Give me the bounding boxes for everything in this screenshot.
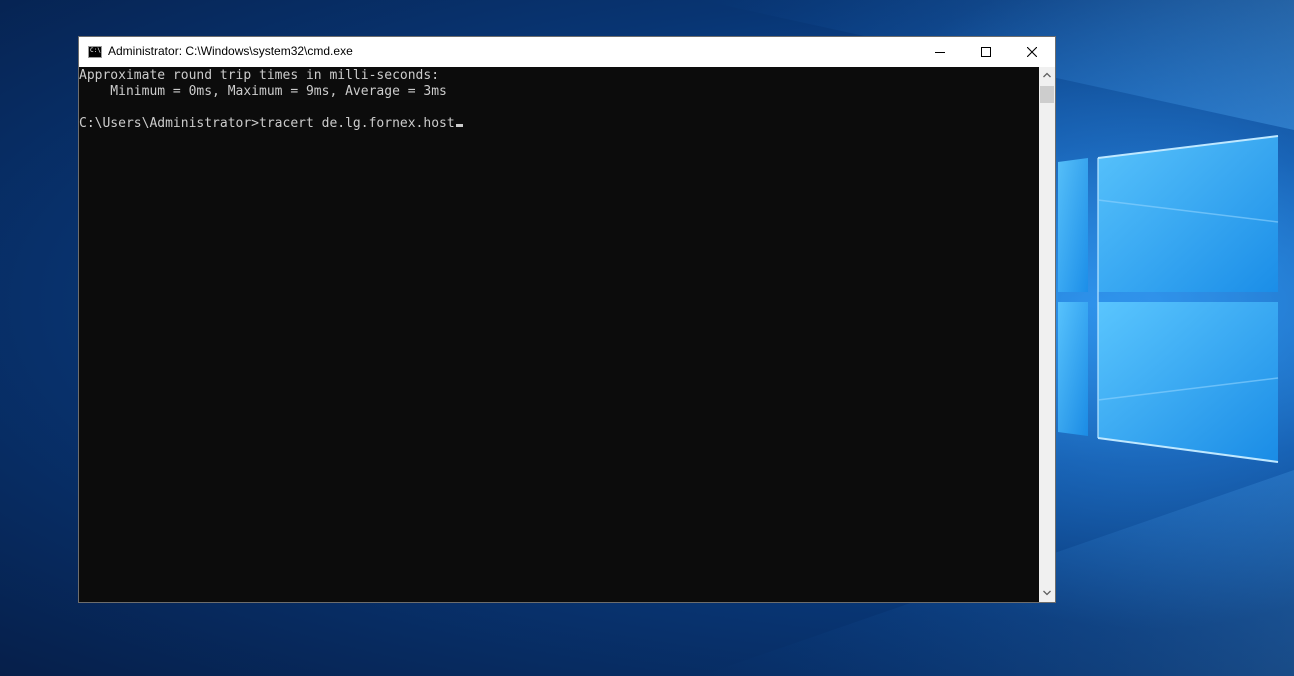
- title-bar[interactable]: C:\ Administrator: C:\Windows\system32\c…: [79, 37, 1055, 67]
- prompt-command: C:\Users\Administrator>tracert de.lg.for…: [79, 116, 455, 131]
- minimize-icon: [935, 52, 945, 53]
- maximize-icon: [981, 47, 991, 57]
- cmd-icon-label: C:\: [90, 47, 101, 54]
- close-icon: [1027, 47, 1037, 57]
- cmd-icon: C:\: [88, 46, 102, 58]
- chevron-up-icon: [1043, 72, 1051, 78]
- close-button[interactable]: [1009, 37, 1055, 67]
- console-line: Approximate round trip times in milli-se…: [79, 68, 440, 83]
- scroll-up-button[interactable]: [1039, 67, 1055, 84]
- scrollbar-thumb[interactable]: [1040, 86, 1054, 103]
- window-title: Administrator: C:\Windows\system32\cmd.e…: [108, 44, 353, 58]
- chevron-down-icon: [1043, 590, 1051, 596]
- maximize-button[interactable]: [963, 37, 1009, 67]
- console-line: Minimum = 0ms, Maximum = 9ms, Average = …: [79, 84, 447, 99]
- cmd-window[interactable]: C:\ Administrator: C:\Windows\system32\c…: [78, 36, 1056, 603]
- scroll-down-button[interactable]: [1039, 585, 1055, 602]
- minimize-button[interactable]: [917, 37, 963, 67]
- vertical-scrollbar[interactable]: [1039, 67, 1055, 602]
- command-prompt-line[interactable]: C:\Users\Administrator>tracert de.lg.for…: [79, 116, 463, 132]
- console-output[interactable]: Approximate round trip times in milli-se…: [79, 67, 1039, 602]
- text-cursor: [455, 124, 463, 127]
